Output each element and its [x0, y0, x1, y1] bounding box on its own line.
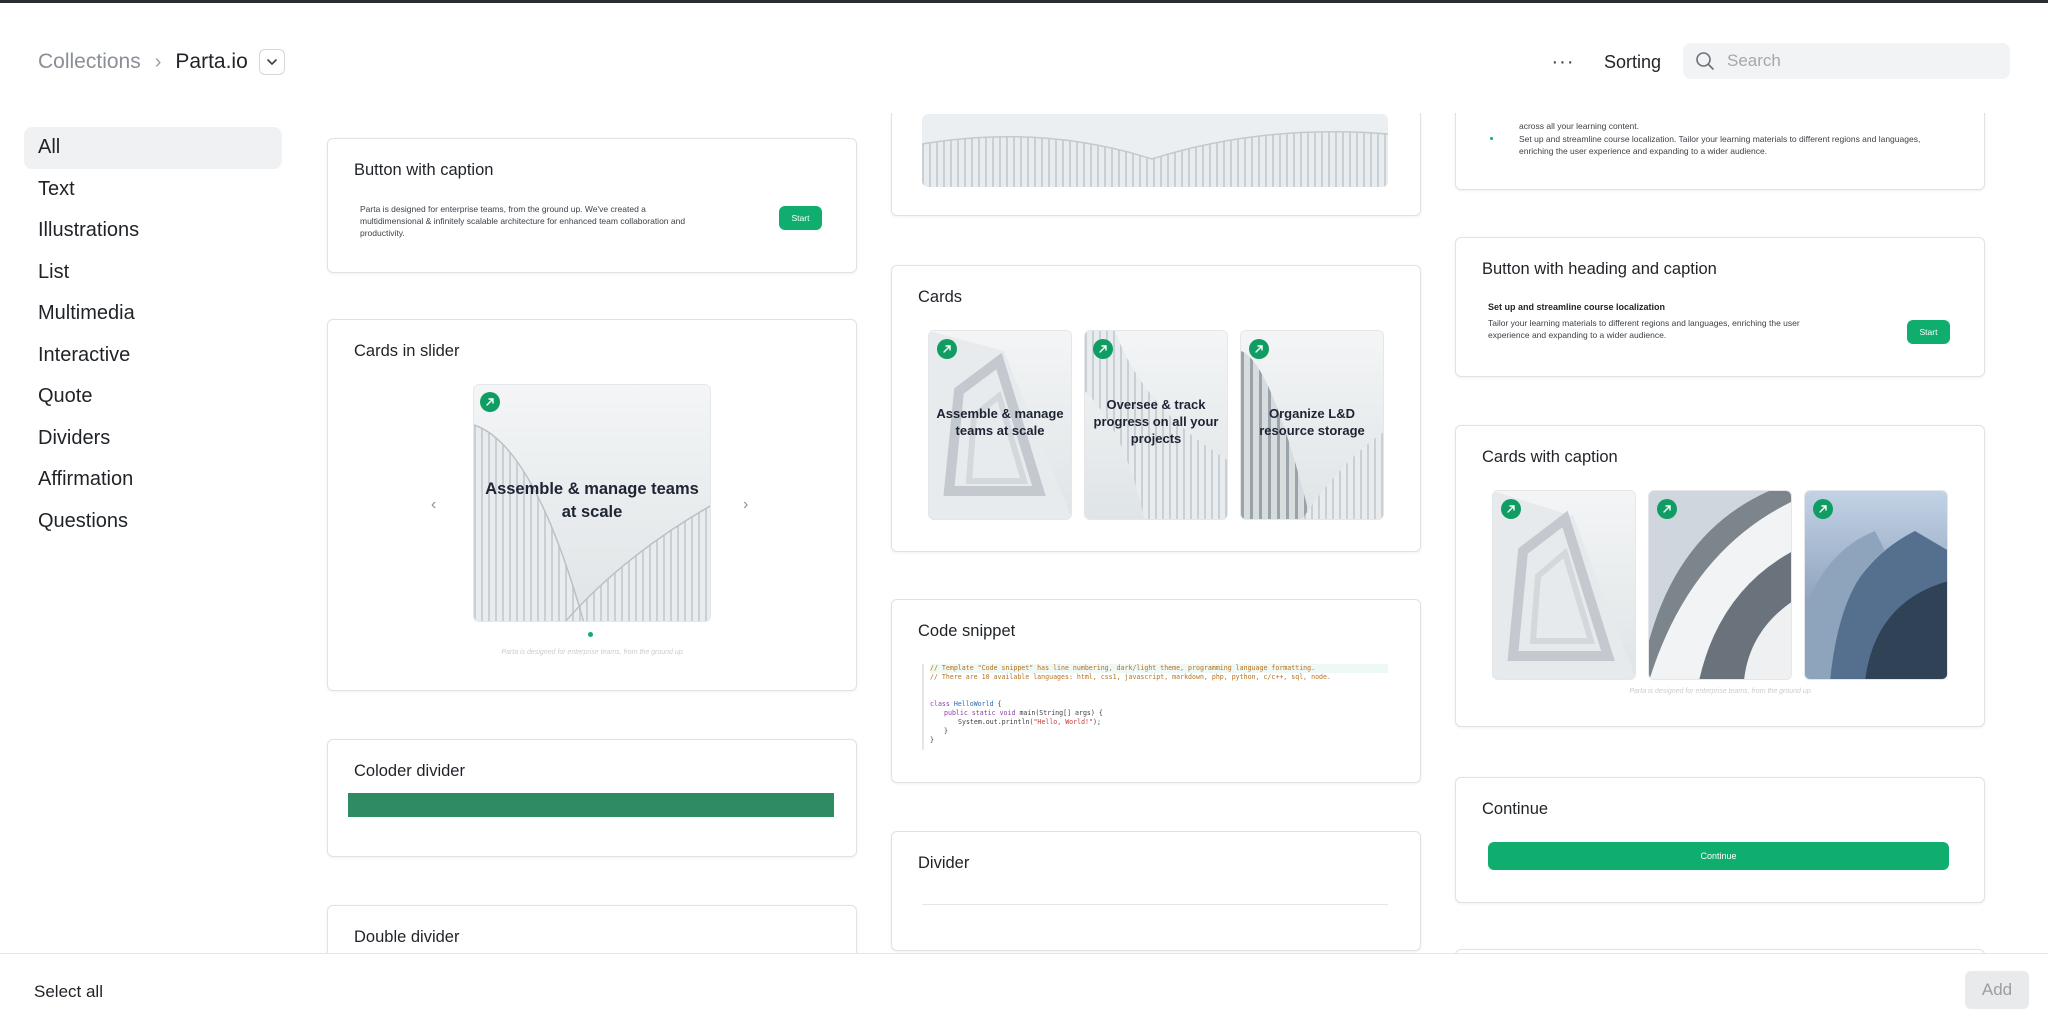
- card-colored-divider[interactable]: Coloder divider: [327, 739, 857, 857]
- card-cards-in-slider[interactable]: Cards in slider Assemble & manage teams …: [327, 319, 857, 691]
- code-line: }: [944, 727, 948, 735]
- card-title: Divider: [918, 854, 970, 872]
- header: Collections › Parta.io ··· Sorting: [0, 3, 2048, 113]
- card-button-with-caption[interactable]: Button with caption Parta is designed fo…: [327, 138, 857, 273]
- breadcrumb: Collections › Parta.io: [38, 47, 285, 77]
- card-cards-with-caption[interactable]: Cards with caption Parta is designed for…: [1455, 425, 1985, 727]
- caption-tile-3[interactable]: [1804, 490, 1948, 680]
- footer-bar: Select all Add: [0, 953, 2048, 1028]
- card-list-partial[interactable]: across all your learning content. Set up…: [1455, 113, 1985, 190]
- breadcrumb-collections[interactable]: Collections: [38, 50, 141, 74]
- components-grid: Button with caption Parta is designed fo…: [310, 113, 2020, 953]
- tile-heading: Oversee & track progress on all your pro…: [1093, 397, 1219, 446]
- code-block: // Template "Code snippet" has line numb…: [922, 664, 1388, 750]
- code-line: public static void main(String[] args) {: [944, 709, 1103, 717]
- code-line: // Template "Code snippet" has line numb…: [930, 664, 1388, 673]
- slider-dot[interactable]: [588, 632, 593, 637]
- card-title: Cards with caption: [1482, 448, 1618, 466]
- list-item-text: Set up and streamline course localizatio…: [1519, 134, 1921, 156]
- caption-tile-2[interactable]: [1648, 490, 1792, 680]
- search-input[interactable]: [1727, 51, 1997, 71]
- card-title: Button with heading and caption: [1482, 260, 1717, 278]
- card-title: Double divider: [354, 928, 460, 946]
- card-tile-3[interactable]: Organize L&D resource storage: [1240, 330, 1384, 520]
- card-double-divider[interactable]: Double divider: [327, 905, 857, 953]
- arrow-up-right-icon: [1657, 499, 1677, 519]
- card-title: Button with caption: [354, 161, 494, 179]
- caption-tile-1[interactable]: [1492, 490, 1636, 680]
- chevron-right-icon[interactable]: ›: [743, 496, 748, 514]
- divider-line: [922, 904, 1388, 905]
- banner-image: [922, 114, 1388, 187]
- sidebar-item-affirmation[interactable]: Affirmation: [24, 459, 282, 501]
- sidebar-item-quote[interactable]: Quote: [24, 376, 282, 418]
- code-line: // There are 10 available languages: htm…: [930, 673, 1331, 681]
- tile-heading: Organize L&D resource storage: [1259, 406, 1365, 438]
- list-bullet: [1490, 137, 1493, 140]
- cards-caption: Parta is designed for enterprise teams, …: [1629, 688, 1813, 695]
- card-tile-1[interactable]: Assemble & manage teams at scale: [928, 330, 1072, 520]
- slider-caption: Parta is designed for enterprise teams, …: [501, 649, 685, 656]
- arrow-up-right-icon: [480, 392, 500, 412]
- arrow-up-right-icon: [1501, 499, 1521, 519]
- card-code-snippet[interactable]: Code snippet // Template "Code snippet" …: [891, 599, 1421, 783]
- colored-divider-bar: [348, 793, 834, 817]
- card-title: Code snippet: [918, 622, 1016, 640]
- sidebar-item-text[interactable]: Text: [24, 169, 282, 211]
- breadcrumb-separator: ›: [154, 50, 162, 73]
- chevron-left-icon[interactable]: ‹: [431, 496, 436, 514]
- sidebar-item-multimedia[interactable]: Multimedia: [24, 293, 282, 335]
- arrow-up-right-icon: [1249, 339, 1269, 359]
- add-button[interactable]: Add: [1965, 971, 2029, 1009]
- search-box[interactable]: [1683, 43, 2010, 79]
- list-item-text: across all your learning content.: [1519, 121, 1640, 131]
- code-line: System.out.println("Hello, World!");: [958, 718, 1101, 726]
- sidebar-item-list[interactable]: List: [24, 252, 282, 294]
- chevron-down-icon: [266, 59, 277, 65]
- card-continue[interactable]: Continue Continue: [1455, 777, 1985, 903]
- slide-heading: Assemble & manage teams at scale: [485, 480, 699, 521]
- sidebar-item-interactive[interactable]: Interactive: [24, 335, 282, 377]
- collection-dropdown-button[interactable]: [258, 49, 285, 75]
- arrow-up-right-icon: [1093, 339, 1113, 359]
- sorting-button[interactable]: Sorting: [1604, 47, 1661, 77]
- code-line: }: [930, 736, 934, 744]
- sidebar-item-dividers[interactable]: Dividers: [24, 418, 282, 460]
- arrow-up-right-icon: [1813, 499, 1833, 519]
- sidebar-item-questions[interactable]: Questions: [24, 501, 282, 543]
- card-image-top[interactable]: [891, 113, 1421, 216]
- card-divider[interactable]: Divider: [891, 831, 1421, 951]
- caption-text: Tailor your learning materials to differ…: [1488, 318, 1800, 340]
- category-sidebar: All Text Illustrations List Multimedia I…: [24, 127, 282, 542]
- search-icon: [1695, 50, 1717, 72]
- code-line: class HelloWorld {: [930, 700, 1002, 708]
- start-button[interactable]: Start: [1907, 320, 1950, 344]
- caption-heading: Set up and streamline course localizatio…: [1488, 302, 1666, 312]
- sidebar-item-all[interactable]: All: [24, 127, 282, 169]
- tile-heading: Assemble & manage teams at scale: [936, 406, 1064, 438]
- card-title: Cards in slider: [354, 342, 460, 360]
- start-button[interactable]: Start: [779, 206, 822, 230]
- card-title: Coloder divider: [354, 762, 465, 780]
- breadcrumb-current: Parta.io: [175, 50, 248, 73]
- card-title: Continue: [1482, 800, 1549, 818]
- arrow-up-right-icon: [937, 339, 957, 359]
- card-button-heading-caption[interactable]: Button with heading and caption Set up a…: [1455, 237, 1985, 377]
- continue-button[interactable]: Continue: [1488, 842, 1949, 870]
- select-all-button[interactable]: Select all: [34, 982, 103, 1002]
- card-tile-2[interactable]: Oversee & track progress on all your pro…: [1084, 330, 1228, 520]
- card-title: Cards: [918, 288, 963, 306]
- more-options-button[interactable]: ···: [1548, 47, 1578, 77]
- sidebar-item-illustrations[interactable]: Illustrations: [24, 210, 282, 252]
- card-cards[interactable]: Cards Assemble & manage teams at scale O…: [891, 265, 1421, 552]
- caption-text: Parta is designed for enterprise teams, …: [360, 204, 686, 238]
